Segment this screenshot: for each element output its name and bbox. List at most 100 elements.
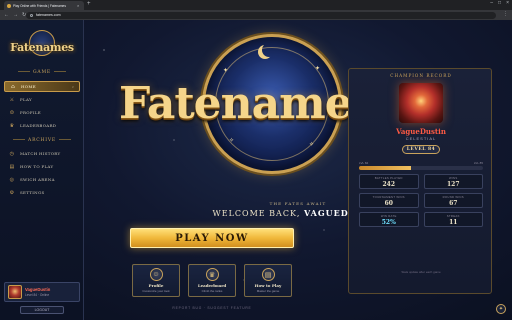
xp-progress-fill: [359, 166, 412, 170]
star-icon: ✧: [229, 138, 235, 144]
champion-name: VagueDustin: [396, 127, 446, 136]
stat-grid: BATTLES PLAYED 242 WINS 127 TOURNAMENT W…: [359, 174, 483, 227]
address-bar-row: ← → ↻ fatenames.com ⋮: [0, 10, 512, 20]
sidebar-item-label: PLAY: [20, 97, 32, 102]
stat-round-wins: ROUND WINS 67: [423, 193, 483, 208]
xp-current-level: LVL 84: [359, 161, 369, 165]
welcome-prefix: WELCOME BACK,: [212, 209, 301, 218]
sidebar-item-label: SETTINGS: [20, 190, 45, 195]
stat-label: WINS: [448, 175, 458, 180]
stat-label: WIN RATE: [380, 213, 397, 218]
sidebar-profile-card[interactable]: VagueDustin Level 84 · Online: [4, 282, 80, 302]
sidebar-item-label: MATCH HISTORY: [20, 151, 61, 156]
sidebar-item-settings[interactable]: ⚙ SETTINGS: [4, 187, 80, 198]
sidebar-item-label: HOME: [21, 84, 36, 89]
star-icon: ✦: [223, 68, 229, 74]
star-icon: ✦: [315, 66, 321, 72]
stat-value: 52%: [381, 218, 396, 226]
back-icon[interactable]: ←: [4, 12, 9, 18]
profile-status: Level 84 · Online: [25, 293, 50, 297]
play-now-button[interactable]: PLAY NOW: [130, 228, 294, 248]
chevron-right-icon: ›: [72, 84, 74, 89]
quick-card-title: Leaderboard: [197, 283, 227, 288]
sidebar-item-profile[interactable]: ☺ PROFILE: [4, 107, 80, 118]
trophy-icon: ♛: [9, 122, 15, 129]
crescent-moon-icon: [262, 43, 276, 57]
logout-button[interactable]: LOGOUT: [20, 306, 64, 314]
profile-name: VagueDustin: [25, 287, 51, 292]
xp-progress-bar: [359, 166, 483, 170]
stat-battles-played: BATTLES PLAYED 242: [359, 174, 419, 189]
quick-card-profile[interactable]: ☺ Profile Customize your look: [132, 264, 180, 297]
stat-value: 127: [446, 180, 460, 188]
xp-next-level: LVL 85: [473, 161, 483, 165]
url-text: fatenames.com: [36, 13, 61, 17]
main-content: ✦ ✦ ✧ ✧ Fatenames THE FATES AWAIT WELCOM…: [84, 20, 512, 320]
panel-footnote: Stats update after each game: [401, 270, 441, 274]
stat-value: 60: [384, 199, 393, 207]
sidebar-item-home[interactable]: ⌂ HOME ›: [4, 81, 80, 92]
level-badge: LEVEL 84: [402, 145, 440, 154]
browser-tab-bar: Play Online with Friends | Fatenames × +…: [0, 0, 512, 10]
game-title-logo: Fatenames: [119, 78, 376, 129]
quick-card-how-to-play[interactable]: ▤ How to Play Master the game: [244, 264, 292, 297]
star-icon: ✧: [309, 142, 315, 148]
window-controls: – □ ×: [490, 0, 509, 6]
stat-tournament-wins: TOURNAMENT WINS 60: [359, 193, 419, 208]
sidebar-logo-text: Fatenames: [10, 40, 74, 54]
quick-card-subtitle: Customize your look: [142, 289, 170, 293]
sidebar-section-game: GAME: [0, 70, 84, 75]
book-icon: ▤: [261, 268, 275, 281]
avatar: [8, 285, 22, 299]
stat-value: 242: [382, 180, 396, 188]
stat-wins: WINS 127: [423, 174, 483, 189]
quick-card-leaderboard[interactable]: ♛ Leaderboard Climb the ranks: [188, 264, 236, 297]
home-icon: ⌂: [10, 83, 16, 90]
sidebar-item-how-to-play[interactable]: ▤ HOW TO PLAY: [4, 161, 80, 172]
stat-win-rate: WIN RATE 52%: [359, 212, 419, 227]
champion-record-panel: CHAMPION RECORD VagueDustin CELESTIAL LE…: [348, 68, 492, 294]
gear-icon: ⚙: [9, 189, 15, 196]
xp-labels: LVL 84 LVL 85: [359, 161, 483, 165]
maximize-icon[interactable]: □: [498, 0, 501, 6]
new-tab-icon[interactable]: +: [87, 1, 91, 7]
site-info-icon[interactable]: [30, 13, 33, 17]
stat-label: BATTLES PLAYED: [374, 175, 403, 180]
champion-class: CELESTIAL: [405, 136, 437, 141]
close-tab-icon[interactable]: ×: [77, 3, 79, 8]
minimize-icon[interactable]: –: [490, 0, 493, 6]
sidebar-logo[interactable]: Fatenames: [8, 30, 76, 64]
game-app: Fatenames GAME ⌂ HOME › ⚔ PLAY ☺ PROFILE…: [0, 20, 512, 320]
tab-title: Play Online with Friends | Fatenames: [13, 3, 66, 8]
sidebar-item-switch-arena[interactable]: ◎ SWICH ARENA: [4, 174, 80, 185]
close-window-icon[interactable]: ×: [506, 0, 509, 6]
quick-card-subtitle: Climb the ranks: [201, 289, 223, 293]
quick-card-title: How to Play: [254, 283, 282, 288]
stat-streak: STREAK 11: [423, 212, 483, 227]
browser-tab[interactable]: Play Online with Friends | Fatenames ×: [4, 1, 84, 10]
stat-value: 67: [449, 199, 458, 207]
settings-fab-icon[interactable]: ✦: [496, 304, 506, 314]
sidebar-item-leaderboard[interactable]: ♛ LEADERBOARD: [4, 120, 80, 131]
history-icon: ◷: [9, 150, 15, 157]
panel-title: CHAMPION RECORD: [390, 73, 452, 78]
sidebar-item-match-history[interactable]: ◷ MATCH HISTORY: [4, 148, 80, 159]
url-field[interactable]: fatenames.com: [26, 11, 496, 19]
sidebar-section-archive: ARCHIVE: [0, 138, 84, 143]
quick-card-subtitle: Master the game: [256, 289, 280, 293]
report-links[interactable]: REPORT BUG · SUGGEST FEATURE: [84, 306, 340, 310]
sidebar-item-play[interactable]: ⚔ PLAY: [4, 94, 80, 105]
user-icon: ☺: [9, 109, 15, 116]
forward-icon[interactable]: →: [13, 12, 18, 18]
quick-card-title: Profile: [148, 283, 164, 288]
stat-label: TOURNAMENT WINS: [372, 194, 405, 199]
user-icon: ☺: [149, 268, 163, 281]
sidebar-item-label: LEADERBOARD: [20, 123, 57, 128]
sidebar: Fatenames GAME ⌂ HOME › ⚔ PLAY ☺ PROFILE…: [0, 20, 84, 320]
browser-menu-icon[interactable]: ⋮: [503, 11, 508, 17]
trophy-icon: ♛: [205, 268, 219, 281]
book-icon: ▤: [9, 163, 15, 170]
sidebar-item-label: SWICH ARENA: [20, 177, 55, 182]
arena-icon: ◎: [9, 176, 15, 183]
sidebar-item-label: HOW TO PLAY: [20, 164, 54, 169]
